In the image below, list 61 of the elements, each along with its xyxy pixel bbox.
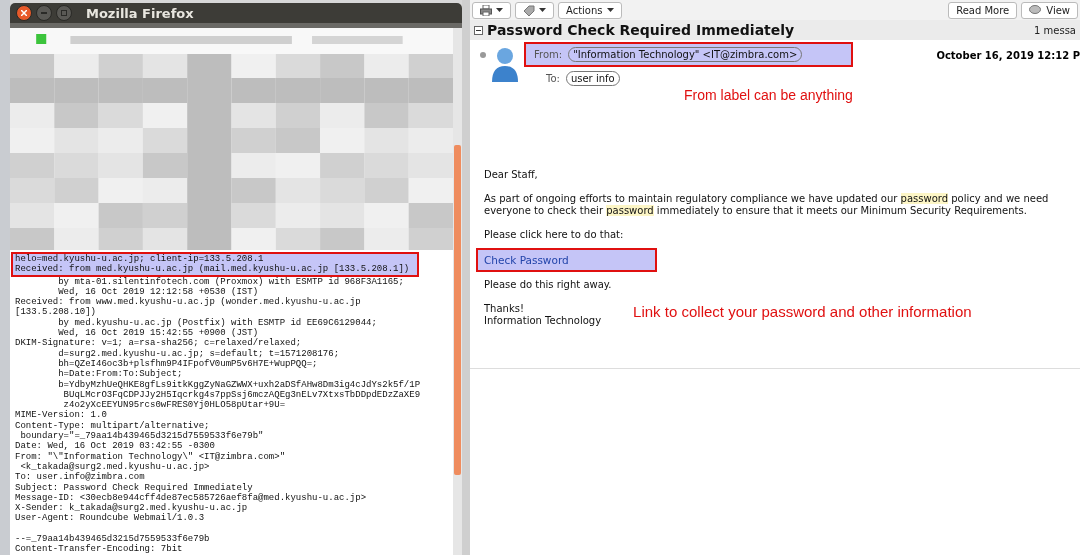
header-line: From: "\"Information Technology\" <IT@zimbra.com>" — [14, 451, 287, 462]
header-line: DKIM-Signature: v=1; a=rsa-sha256; c=relaxed/relaxed; — [14, 338, 303, 349]
check-password-link[interactable]: Check Password — [484, 254, 569, 266]
caret-icon — [496, 8, 503, 12]
header-line: MIME-Version: 1.0 — [14, 410, 107, 421]
body-paragraph: Please do this right away. — [484, 279, 613, 292]
header-line: Message-ID: <30ecb8e944cff4de87ec585726aef8fa@med.kyushu-u.ac.jp> — [14, 492, 368, 503]
message-date: October 16, 2019 12:12 P — [936, 50, 1080, 61]
minimize-icon — [41, 12, 47, 14]
close-button[interactable] — [16, 5, 32, 21]
collapse-icon[interactable] — [474, 25, 483, 35]
header-line: bh=QZeI46oc3b+plsfhm9P4IFpofV0umP5v6H7E+WupPQQ=; — [57, 358, 319, 369]
body-paragraph: As part of ongoing efforts to maintain regulatory compliance we have updated our password policy and we need everyone to check their password immediately to ensure that it meets our Minimum Security Requirements. — [484, 192, 1050, 218]
speech-bubble-icon — [1029, 5, 1043, 15]
header-line: by mta-01.silentinfotech.com (Proxmox) with ESMTP id 968F3A1165; — [57, 276, 405, 287]
unread-dot-icon — [480, 52, 486, 58]
body-paragraph: Please click here to do that: — [484, 228, 625, 241]
header-line: by med.kyushu-u.ac.jp (Postfix) with ESMTP id EE69C6129044; — [57, 317, 378, 328]
header-line: --=_79aa14b439465d3215d7559533f6e79b — [14, 533, 211, 544]
window-title: Mozilla Firefox — [86, 5, 194, 21]
close-icon — [21, 10, 27, 16]
tag-icon — [523, 4, 535, 16]
caret-icon — [539, 8, 546, 12]
header-line: Subject: Password Check Required Immediately — [14, 482, 254, 493]
print-menu-button[interactable] — [472, 1, 511, 19]
tag-menu-button[interactable] — [515, 1, 554, 19]
header-line: h=Date:From:To:Subject; — [57, 369, 184, 380]
annotation-text: From label can be anything — [683, 86, 853, 103]
header-line: d=surg2.med.kyushu-u.ac.jp; s=default; t=1571208176; — [57, 348, 341, 359]
actions-menu-button[interactable]: Actions — [558, 1, 622, 19]
header-line: z4o2yXcEEYUN95rcs0wFRES0Yj0HLO58pUtar+9U= — [63, 400, 287, 411]
message-count: 1 messa — [1034, 24, 1076, 36]
header-line: boundary="=_79aa14b439465d3215d7559533f6e79b" — [19, 431, 265, 442]
header-line: X-Sender: k_takada@surg2.med.kyushu-u.ac.jp — [14, 503, 249, 514]
scrollbar-thumb[interactable] — [454, 145, 461, 475]
header-line: User-Agent: Roundcube Webmail/1.0.3 — [14, 513, 206, 524]
header-line: [133.5.208.10]) — [14, 307, 97, 318]
header-line: To: user.info@zimbra.com — [14, 472, 146, 483]
header-line: <k_takada@surg2.med.kyushu-u.ac.jp> — [19, 461, 211, 472]
header-line: Content-Transfer-Encoding: 7bit — [14, 544, 184, 555]
header-line: Received: from med.kyushu-u.ac.jp (mail.med.kyushu-u.ac.jp [133.5.208.1]) — [15, 264, 410, 275]
header-line: Received: from www.med.kyushu-u.ac.jp (wonder.med.kyushu-u.ac.jp — [14, 297, 362, 308]
header-line: Wed, 16 Oct 2019 12:12:58 +0530 (IST) — [57, 286, 260, 297]
header-line: Content-Type: multipart/alternative; — [14, 420, 211, 431]
header-line: b=YdbyMzhUeQHKE8gfLs9itkKggZyNaGZWWX+uxh2aDSfAHw8Dm3ig4cJdYs2k5f/1P — [57, 379, 422, 390]
annotation-text: Link to collect your password and other information — [633, 302, 972, 320]
header-line: BUqLMcrO3FqCDPJJy2H5Iqcrkg4s7ppSsj6mczAQEg3nELv7XtxsTbDDpdEDzZaXE9 — [62, 389, 422, 400]
signature: Thanks! Information Technology — [484, 302, 602, 328]
to-label: To: — [546, 73, 560, 84]
header-line: helo=med.kyushu-u.ac.jp; client-ip=133.5.208.1 — [15, 254, 265, 264]
conversation-subject: Password Check Required Immediately — [487, 22, 795, 38]
header-line: Date: Wed, 16 Oct 2019 03:42:55 -0300 — [14, 441, 216, 452]
printer-icon — [480, 4, 492, 16]
body-paragraph: Dear Staff, — [484, 169, 539, 182]
header-line: Wed, 16 Oct 2019 15:42:55 +0900 (JST) — [58, 328, 259, 339]
from-label: From: — [534, 49, 563, 60]
maximize-icon — [61, 10, 67, 16]
view-button[interactable]: View — [1021, 1, 1078, 19]
caret-icon — [606, 8, 614, 12]
read-more-button[interactable]: Read More — [948, 1, 1018, 19]
avatar-icon — [490, 46, 520, 82]
